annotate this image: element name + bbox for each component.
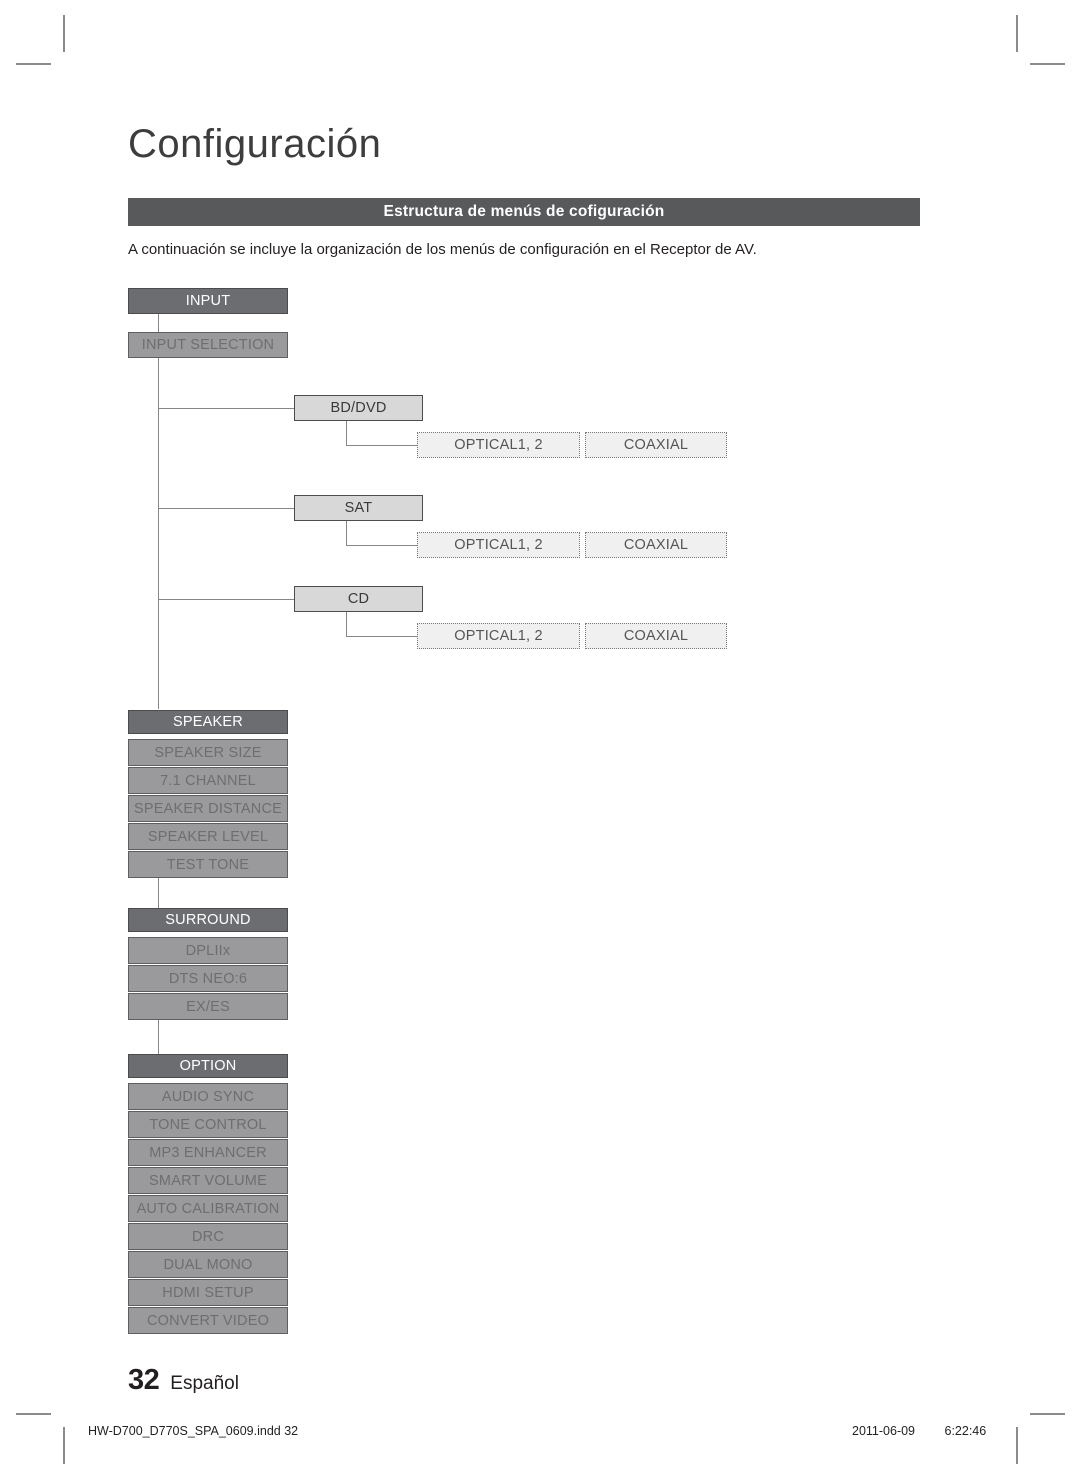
terminal-sat-optical: OPTICAL1, 2 bbox=[417, 532, 580, 558]
menu-item-mp3-enhancer: MP3 ENHANCER bbox=[128, 1139, 288, 1166]
node-label: 7.1 CHANNEL bbox=[160, 772, 256, 789]
node-label: AUDIO SYNC bbox=[161, 1088, 255, 1105]
page-number: 32 bbox=[128, 1364, 160, 1396]
footer-timestamp: 2011-06-09 6:22:46 bbox=[852, 1424, 986, 1438]
terminal-bd-dvd-coaxial: COAXIAL bbox=[585, 432, 727, 458]
menu-group-header-speaker: SPEAKER bbox=[128, 710, 288, 734]
menu-item-speaker-distance: SPEAKER DISTANCE bbox=[128, 795, 288, 822]
node-label: SPEAKER bbox=[173, 714, 243, 730]
node-label: DPLIIx bbox=[185, 942, 231, 959]
node-label: DUAL MONO bbox=[163, 1256, 253, 1273]
node-label: SAT bbox=[344, 500, 373, 516]
menu-structure-diagram: INPUT INPUT SELECTION BD/DVD OPTICAL1, 2 COA… bbox=[0, 0, 1080, 1479]
menu-item-auto-calibration: AUTO CALIBRATION bbox=[128, 1195, 288, 1222]
connector-group-spine-surround bbox=[158, 1020, 159, 1054]
footer-filename: HW-D700_D770S_SPA_0609.indd 32 bbox=[88, 1424, 299, 1438]
page-language: Español bbox=[170, 1373, 239, 1394]
menu-item-input-selection: INPUT SELECTION bbox=[128, 332, 288, 358]
connector-vertical bbox=[158, 314, 159, 332]
connector-elbow-cd bbox=[346, 612, 347, 636]
node-label: AUTO CALIBRATION bbox=[136, 1200, 280, 1217]
menu-item-test-tone: TEST TONE bbox=[128, 851, 288, 878]
menu-item-audio-sync: AUDIO SYNC bbox=[128, 1083, 288, 1110]
connector-elbow-bd-dvd bbox=[346, 421, 347, 445]
input-source-cd: CD bbox=[294, 586, 423, 612]
node-label: OPTICAL1, 2 bbox=[454, 537, 543, 553]
node-label: MP3 ENHANCER bbox=[149, 1144, 267, 1161]
node-label: INPUT bbox=[185, 293, 231, 309]
menu-item-convert-video: CONVERT VIDEO bbox=[128, 1307, 288, 1334]
node-label: SPEAKER DISTANCE bbox=[134, 800, 282, 817]
node-label: TONE CONTROL bbox=[149, 1116, 267, 1133]
node-label: SPEAKER LEVEL bbox=[147, 828, 269, 845]
node-label: DTS NEO:6 bbox=[168, 970, 248, 987]
menu-item-smart-volume: SMART VOLUME bbox=[128, 1167, 288, 1194]
node-label: COAXIAL bbox=[623, 437, 689, 453]
node-label: SPEAKER SIZE bbox=[154, 744, 262, 761]
input-source-sat: SAT bbox=[294, 495, 423, 521]
connector-to-sat bbox=[158, 508, 294, 509]
node-label: COAXIAL bbox=[623, 628, 689, 644]
footer-time: 6:22:46 bbox=[944, 1424, 987, 1438]
menu-item-hdmi-setup: HDMI SETUP bbox=[128, 1279, 288, 1306]
menu-item-drc: DRC bbox=[128, 1223, 288, 1250]
terminal-cd-coaxial: COAXIAL bbox=[585, 623, 727, 649]
node-label: OPTICAL1, 2 bbox=[454, 628, 543, 644]
menu-item-dpliix: DPLIIx bbox=[128, 937, 288, 964]
node-label: EX/ES bbox=[186, 998, 230, 1015]
menu-group-header-input: INPUT bbox=[128, 288, 288, 314]
input-source-bd-dvd: BD/DVD bbox=[294, 395, 423, 421]
connector-to-bd-dvd bbox=[158, 408, 294, 409]
node-label: SURROUND bbox=[165, 912, 251, 928]
connector-input-spine bbox=[158, 358, 159, 709]
terminal-cd-optical: OPTICAL1, 2 bbox=[417, 623, 580, 649]
menu-group-header-option: OPTION bbox=[128, 1054, 288, 1078]
connector-group-spine-speaker bbox=[158, 878, 159, 908]
menu-item-dts-neo-6: DTS NEO:6 bbox=[128, 965, 288, 992]
page-footer-label: 32 Español bbox=[128, 1364, 239, 1397]
menu-item-speaker-size: SPEAKER SIZE bbox=[128, 739, 288, 766]
menu-item-tone-control: TONE CONTROL bbox=[128, 1111, 288, 1138]
menu-item-ex-es: EX/ES bbox=[128, 993, 288, 1020]
node-label: BD/DVD bbox=[330, 400, 387, 416]
node-label: TEST TONE bbox=[166, 856, 250, 873]
connector-to-cd bbox=[158, 599, 294, 600]
connector-to-terminals-bd-dvd bbox=[346, 445, 417, 446]
footer-date: 2011-06-09 bbox=[852, 1424, 916, 1438]
node-label: HDMI SETUP bbox=[162, 1284, 254, 1301]
node-label: SMART VOLUME bbox=[149, 1172, 267, 1189]
connector-to-terminals-sat bbox=[346, 545, 417, 546]
terminal-bd-dvd-optical: OPTICAL1, 2 bbox=[417, 432, 580, 458]
menu-item-dual-mono: DUAL MONO bbox=[128, 1251, 288, 1278]
node-label: DRC bbox=[191, 1228, 224, 1245]
node-label: OPTION bbox=[179, 1058, 237, 1074]
node-label: OPTICAL1, 2 bbox=[454, 437, 543, 453]
menu-item-speaker-level: SPEAKER LEVEL bbox=[128, 823, 288, 850]
terminal-sat-coaxial: COAXIAL bbox=[585, 532, 727, 558]
node-label: CONVERT VIDEO bbox=[146, 1312, 270, 1329]
node-label: INPUT SELECTION bbox=[141, 337, 275, 353]
menu-item-7-1-channel: 7.1 CHANNEL bbox=[128, 767, 288, 794]
connector-elbow-sat bbox=[346, 521, 347, 545]
menu-group-header-surround: SURROUND bbox=[128, 908, 288, 932]
node-label: COAXIAL bbox=[623, 537, 689, 553]
node-label: CD bbox=[347, 591, 370, 607]
connector-to-terminals-cd bbox=[346, 636, 417, 637]
